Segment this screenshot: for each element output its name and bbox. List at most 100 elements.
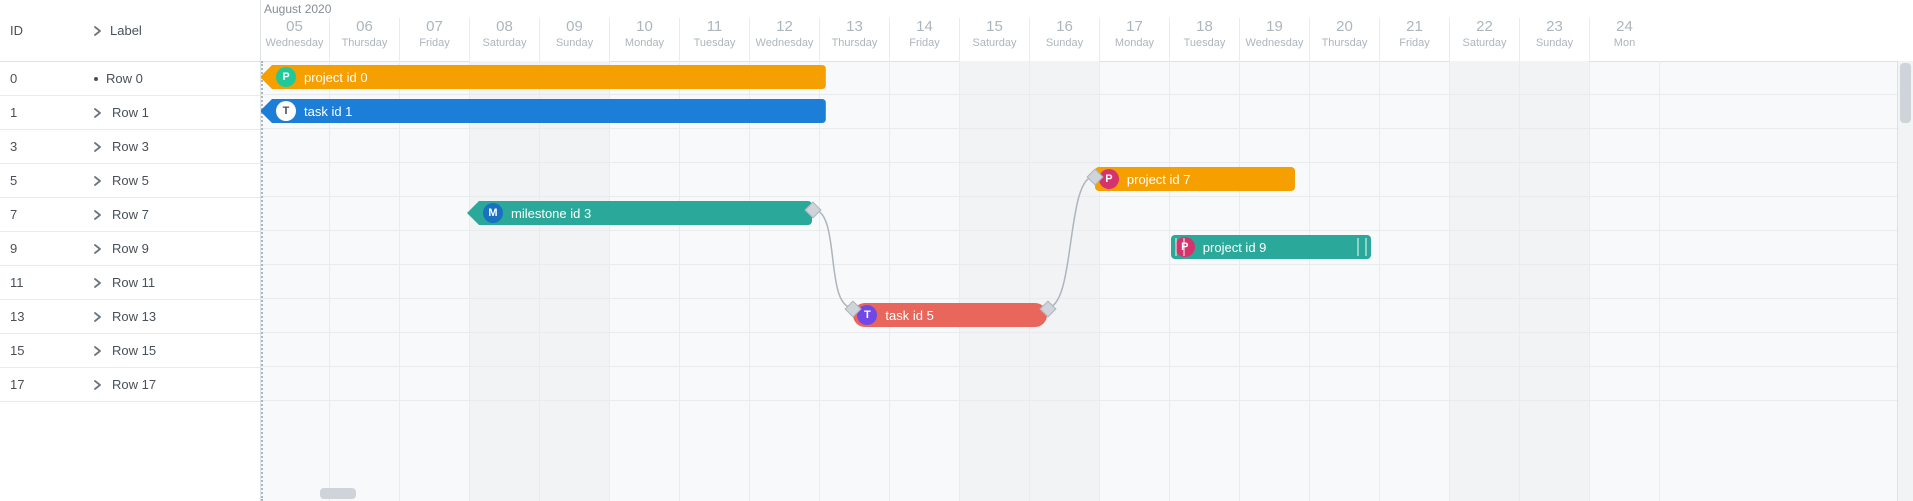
day-number: 10 bbox=[610, 18, 679, 36]
column-header-id[interactable]: ID bbox=[0, 23, 94, 38]
cell-id: 11 bbox=[0, 275, 94, 290]
chevron-right-icon[interactable] bbox=[94, 346, 104, 356]
chevron-right-icon[interactable] bbox=[94, 176, 104, 186]
cell-id: 13 bbox=[0, 309, 94, 324]
vertical-scrollbar-thumb[interactable] bbox=[1900, 63, 1911, 123]
timeline-day[interactable]: 14Friday bbox=[890, 18, 960, 61]
timeline-day[interactable]: 09Sunday bbox=[540, 18, 610, 61]
row-label: Row 17 bbox=[112, 377, 156, 392]
table-row[interactable]: 3Row 3 bbox=[0, 130, 260, 164]
day-number: 07 bbox=[400, 18, 469, 36]
resize-handle-right[interactable] bbox=[1357, 238, 1367, 256]
chevron-right-icon[interactable] bbox=[94, 142, 104, 152]
gantt-bar[interactable]: Pproject id 7 bbox=[1095, 167, 1295, 191]
bar-label: project id 7 bbox=[1127, 172, 1191, 187]
table-row[interactable]: 7Row 7 bbox=[0, 198, 260, 232]
table-row[interactable]: 15Row 15 bbox=[0, 334, 260, 368]
timeline-day[interactable]: 06Thursday bbox=[330, 18, 400, 61]
day-number: 22 bbox=[1450, 18, 1519, 36]
timeline-day[interactable]: 24Mon bbox=[1590, 18, 1659, 61]
day-of-week: Friday bbox=[400, 36, 469, 50]
table-row[interactable]: 1Row 1 bbox=[0, 96, 260, 130]
timeline-day[interactable]: 19Wednesday bbox=[1240, 18, 1310, 61]
chevron-right-icon[interactable] bbox=[94, 108, 104, 118]
side-rows: 0Row 01Row 13Row 35Row 57Row 79Row 911Ro… bbox=[0, 62, 260, 402]
chevron-right-icon[interactable] bbox=[94, 380, 104, 390]
timeline-row[interactable] bbox=[260, 333, 1913, 367]
timeline-day[interactable]: 12Wednesday bbox=[750, 18, 820, 61]
table-row[interactable]: 9Row 9 bbox=[0, 232, 260, 266]
timeline-row[interactable]: Pproject id 9 bbox=[260, 231, 1913, 265]
gantt-bar[interactable]: Pproject id 9 bbox=[1171, 235, 1371, 259]
timeline-day[interactable]: 10Monday bbox=[610, 18, 680, 61]
bar-label: milestone id 3 bbox=[511, 206, 591, 221]
day-of-week: Wednesday bbox=[1240, 36, 1309, 50]
timeline-day[interactable]: 23Sunday bbox=[1520, 18, 1590, 61]
timeline-row[interactable]: Pproject id 7 bbox=[260, 163, 1913, 197]
chevron-right-icon[interactable] bbox=[94, 244, 104, 254]
day-of-week: Tuesday bbox=[1170, 36, 1239, 50]
chevron-right-icon[interactable] bbox=[94, 210, 104, 220]
gantt-bar[interactable]: Ttask id 1 bbox=[260, 99, 826, 123]
day-number: 13 bbox=[820, 18, 889, 36]
timeline-row[interactable] bbox=[260, 129, 1913, 163]
timeline-row[interactable]: Ttask id 1 bbox=[260, 95, 1913, 129]
timeline-day[interactable]: 20Thursday bbox=[1310, 18, 1380, 61]
day-number: 17 bbox=[1100, 18, 1169, 36]
timeline-day[interactable]: 16Sunday bbox=[1030, 18, 1100, 61]
column-header-label[interactable]: Label bbox=[94, 23, 252, 38]
bar-type-badge: P bbox=[276, 67, 296, 87]
day-of-week: Thursday bbox=[1310, 36, 1379, 50]
timeline-day[interactable]: 21Friday bbox=[1380, 18, 1450, 61]
timeline-row[interactable] bbox=[260, 367, 1913, 401]
timeline-day[interactable]: 13Thursday bbox=[820, 18, 890, 61]
timeline-body[interactable]: Pproject id 0 Ttask id 1 Pproject id 7 Mmil… bbox=[260, 61, 1913, 501]
timeline-day[interactable]: 05Wednesday bbox=[260, 18, 330, 61]
gantt-bar[interactable]: Pproject id 0 bbox=[260, 65, 826, 89]
row-label: Row 7 bbox=[112, 207, 149, 222]
chevron-right-icon[interactable] bbox=[94, 278, 104, 288]
table-row[interactable]: 0Row 0 bbox=[0, 62, 260, 96]
timeline-day[interactable]: 17Monday bbox=[1100, 18, 1170, 61]
bar-label: task id 5 bbox=[885, 308, 933, 323]
timeline: August 2020 05Wednesday06Thursday07Frida… bbox=[260, 0, 1913, 501]
timeline-row[interactable]: Pproject id 0 bbox=[260, 61, 1913, 95]
gantt-chart: ID Label 0Row 01Row 13Row 35Row 57Row 79… bbox=[0, 0, 1913, 501]
day-number: 24 bbox=[1590, 18, 1659, 36]
timeline-day[interactable]: 11Tuesday bbox=[680, 18, 750, 61]
row-label: Row 3 bbox=[112, 139, 149, 154]
dot-icon bbox=[94, 77, 98, 81]
cell-label: Row 5 bbox=[94, 173, 260, 188]
vertical-scrollbar[interactable] bbox=[1897, 61, 1913, 501]
gantt-bar[interactable]: Mmilestone id 3 bbox=[467, 201, 812, 225]
row-label: Row 11 bbox=[112, 275, 155, 290]
cell-id: 15 bbox=[0, 343, 94, 358]
timeline-day[interactable]: 08Saturday bbox=[470, 18, 540, 61]
day-number: 19 bbox=[1240, 18, 1309, 36]
timeline-row[interactable] bbox=[260, 265, 1913, 299]
cell-label: Row 0 bbox=[94, 71, 260, 86]
row-label: Row 13 bbox=[112, 309, 156, 324]
table-row[interactable]: 5Row 5 bbox=[0, 164, 260, 198]
day-number: 20 bbox=[1310, 18, 1379, 36]
day-of-week: Saturday bbox=[1450, 36, 1519, 50]
horizontal-scrollbar[interactable] bbox=[260, 486, 1913, 501]
timeline-day[interactable]: 15Saturday bbox=[960, 18, 1030, 61]
timeline-row[interactable]: Ttask id 5 bbox=[260, 299, 1913, 333]
timeline-row[interactable]: Mmilestone id 3 bbox=[260, 197, 1913, 231]
bar-label: task id 1 bbox=[304, 104, 352, 119]
chevron-right-icon[interactable] bbox=[94, 312, 104, 322]
cell-label: Row 1 bbox=[94, 105, 260, 120]
timeline-day[interactable]: 07Friday bbox=[400, 18, 470, 61]
horizontal-scrollbar-thumb[interactable] bbox=[320, 488, 356, 499]
timeline-day[interactable]: 22Saturday bbox=[1450, 18, 1520, 61]
table-row[interactable]: 17Row 17 bbox=[0, 368, 260, 402]
gantt-bar[interactable]: Ttask id 5 bbox=[853, 303, 1046, 327]
timeline-day[interactable]: 18Tuesday bbox=[1170, 18, 1240, 61]
table-row[interactable]: 13 Row 13 bbox=[0, 300, 260, 334]
bar-label: project id 0 bbox=[304, 70, 368, 85]
table-row[interactable]: 11 Row 11 bbox=[0, 266, 260, 300]
cell-id: 5 bbox=[0, 173, 94, 188]
resize-handle-left[interactable] bbox=[1175, 238, 1185, 256]
cell-id: 9 bbox=[0, 241, 94, 256]
